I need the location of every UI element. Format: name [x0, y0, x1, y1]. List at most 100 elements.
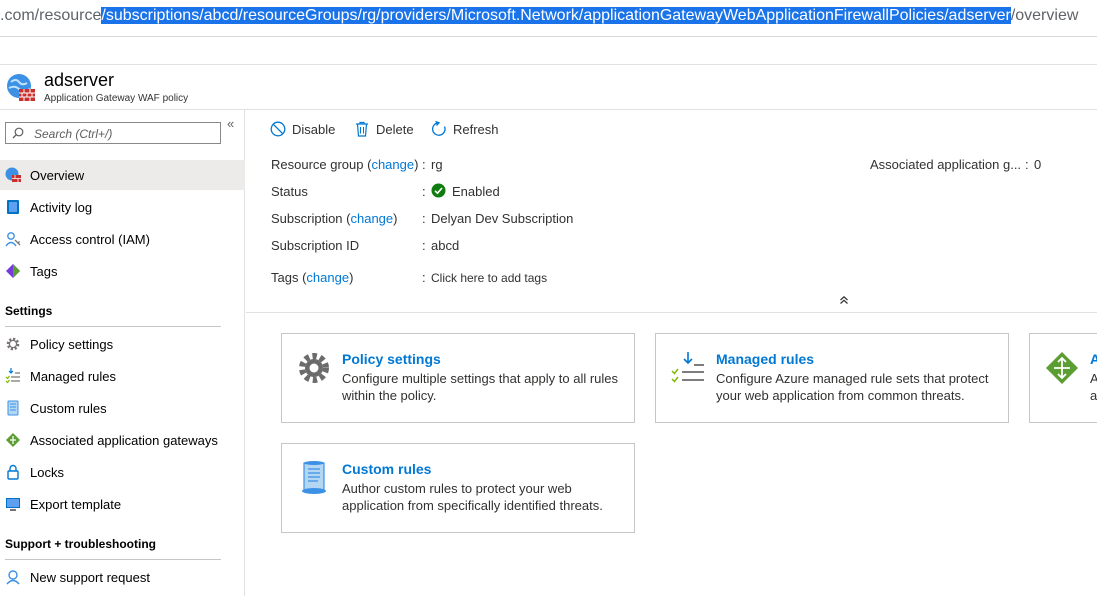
command-bar: Disable Delete Refresh: [246, 110, 1097, 146]
disable-icon: [270, 121, 286, 137]
sidebar-item-new-support-request[interactable]: New support request: [0, 562, 245, 592]
add-tags-link[interactable]: Click here to add tags: [431, 271, 547, 285]
sidebar: Search (Ctrl+/) « Overview Activity log …: [0, 110, 245, 596]
disable-button[interactable]: Disable: [270, 121, 338, 139]
colon: :: [422, 184, 426, 199]
url-text[interactable]: .com/resource/subscriptions/abcd/resourc…: [0, 6, 1078, 26]
subscription-id-label: Subscription ID: [271, 238, 360, 253]
sidebar-item-policy-settings[interactable]: Policy settings: [0, 329, 245, 359]
tile-description: Configure multiple settings that apply t…: [342, 371, 619, 403]
sidebar-item-label: Policy settings: [30, 337, 114, 352]
sidebar-item-access-control[interactable]: Access control (IAM): [0, 224, 245, 254]
status-text: Enabled: [452, 184, 500, 199]
tile-description: Configure Azure managed rule sets that p…: [716, 371, 989, 403]
colon: :: [1025, 157, 1029, 172]
tile-title: Custom rules: [342, 461, 432, 477]
tile-policy-settings[interactable]: Policy settings Configure multiple setti…: [281, 333, 635, 423]
sidebar-item-export-template[interactable]: Export template: [0, 489, 245, 519]
refresh-icon: [431, 121, 446, 136]
divider: [246, 312, 1097, 313]
subscription-label: Subscription (change): [271, 211, 397, 226]
settings-header: Settings: [5, 304, 53, 318]
tile-title: Managed rules: [716, 351, 815, 367]
gear-icon: [6, 337, 20, 351]
search-input[interactable]: Search (Ctrl+/): [5, 122, 221, 144]
gear-icon: [299, 353, 329, 383]
sidebar-item-label: Custom rules: [30, 401, 107, 416]
trash-icon: [356, 121, 368, 137]
subscription-label-text: Subscription (: [271, 211, 351, 226]
disable-label: Disable: [292, 122, 336, 137]
lock-icon: [7, 464, 19, 480]
change-resource-group-link[interactable]: change: [371, 157, 414, 172]
url-suffix: /overview: [1010, 7, 1079, 24]
paren: ): [393, 211, 398, 226]
essentials-panel: Resource group (change) : rg Status : En…: [246, 146, 1097, 312]
tags-label: Tags (change): [271, 270, 353, 285]
tile-custom-rules[interactable]: Custom rules Author custom rules to prot…: [281, 443, 635, 533]
sidebar-item-label: Managed rules: [30, 369, 116, 384]
sidebar-item-label: Locks: [30, 465, 64, 480]
tile-title: A: [1090, 351, 1097, 367]
export-template-icon: [6, 498, 20, 511]
paren: ): [349, 270, 354, 285]
associated-gateways-value: 0: [1034, 157, 1042, 172]
delete-button[interactable]: Delete: [354, 121, 416, 139]
colon: :: [422, 270, 426, 285]
divider: [5, 326, 221, 327]
colon: :: [422, 211, 426, 226]
subscription-link[interactable]: Delyan Dev Subscription: [431, 211, 573, 226]
app-gateway-icon: [1046, 352, 1078, 384]
associated-gateways-label: Associated application g...: [870, 157, 1022, 172]
iam-icon: [5, 232, 21, 247]
activity-log-icon: [7, 200, 19, 214]
paren: ): [414, 157, 419, 172]
tile-description-line: A: [1090, 371, 1097, 386]
sidebar-item-label: Tags: [30, 264, 58, 279]
resource-group-link[interactable]: rg: [431, 157, 443, 172]
divider: [5, 559, 221, 560]
sidebar-item-tags[interactable]: Tags: [0, 256, 245, 286]
sidebar-item-label: Overview: [30, 168, 85, 183]
support-header: Support + troubleshooting: [5, 537, 156, 551]
sidebar-item-activity-log[interactable]: Activity log: [0, 192, 245, 222]
address-bar[interactable]: .com/resource/subscriptions/abcd/resourc…: [0, 0, 1097, 36]
tile-managed-rules[interactable]: Managed rules Configure Azure managed ru…: [655, 333, 1009, 423]
sidebar-item-associated-application-gateways[interactable]: Associated application gateways: [0, 425, 245, 455]
refresh-button[interactable]: Refresh: [431, 121, 501, 139]
sidebar-item-custom-rules[interactable]: Custom rules: [0, 393, 245, 423]
search-placeholder: Search (Ctrl+/): [34, 127, 113, 141]
resource-group-label: Resource group (change): [271, 157, 418, 172]
managed-rules-icon: [5, 368, 20, 384]
tags-label-text: Tags (: [271, 270, 307, 285]
custom-rules-icon: [7, 400, 19, 416]
sidebar-item-label: Access control (IAM): [30, 232, 150, 247]
resource-header: adserver Application Gateway WAF policy: [0, 65, 1097, 109]
sidebar-item-overview[interactable]: Overview: [0, 160, 245, 190]
change-tags-link[interactable]: change: [306, 270, 349, 285]
tile-description: Aa: [1090, 370, 1097, 404]
sidebar-item-managed-rules[interactable]: Managed rules: [0, 361, 245, 391]
sidebar-item-locks[interactable]: Locks: [0, 457, 245, 487]
colon: :: [422, 157, 426, 172]
change-subscription-link[interactable]: change: [350, 211, 393, 226]
collapse-sidebar-button[interactable]: «: [227, 116, 234, 131]
managed-rules-icon: [671, 352, 704, 383]
resource-group-label-text: Resource group (: [271, 157, 372, 172]
collapse-essentials-icon[interactable]: [839, 295, 849, 305]
app-gateway-icon: [6, 433, 20, 447]
url-prefix: .com/resource: [0, 7, 102, 24]
url-selected: /subscriptions/abcd/resourceGroups/rg/pr…: [101, 7, 1011, 24]
page-subtitle: Application Gateway WAF policy: [44, 93, 189, 104]
sidebar-item-label: Export template: [30, 497, 122, 512]
tile-associated-application-gateways[interactable]: A Aa: [1029, 333, 1097, 423]
refresh-label: Refresh: [453, 122, 499, 137]
check-circle-icon: [431, 183, 446, 198]
sidebar-item-label: New support request: [30, 570, 150, 585]
waf-policy-icon: [5, 167, 21, 182]
sidebar-item-label: Associated application gateways: [30, 433, 218, 448]
delete-label: Delete: [376, 122, 414, 137]
search-icon: [12, 127, 24, 139]
status-label: Status: [271, 184, 308, 199]
divider: [0, 36, 1097, 37]
